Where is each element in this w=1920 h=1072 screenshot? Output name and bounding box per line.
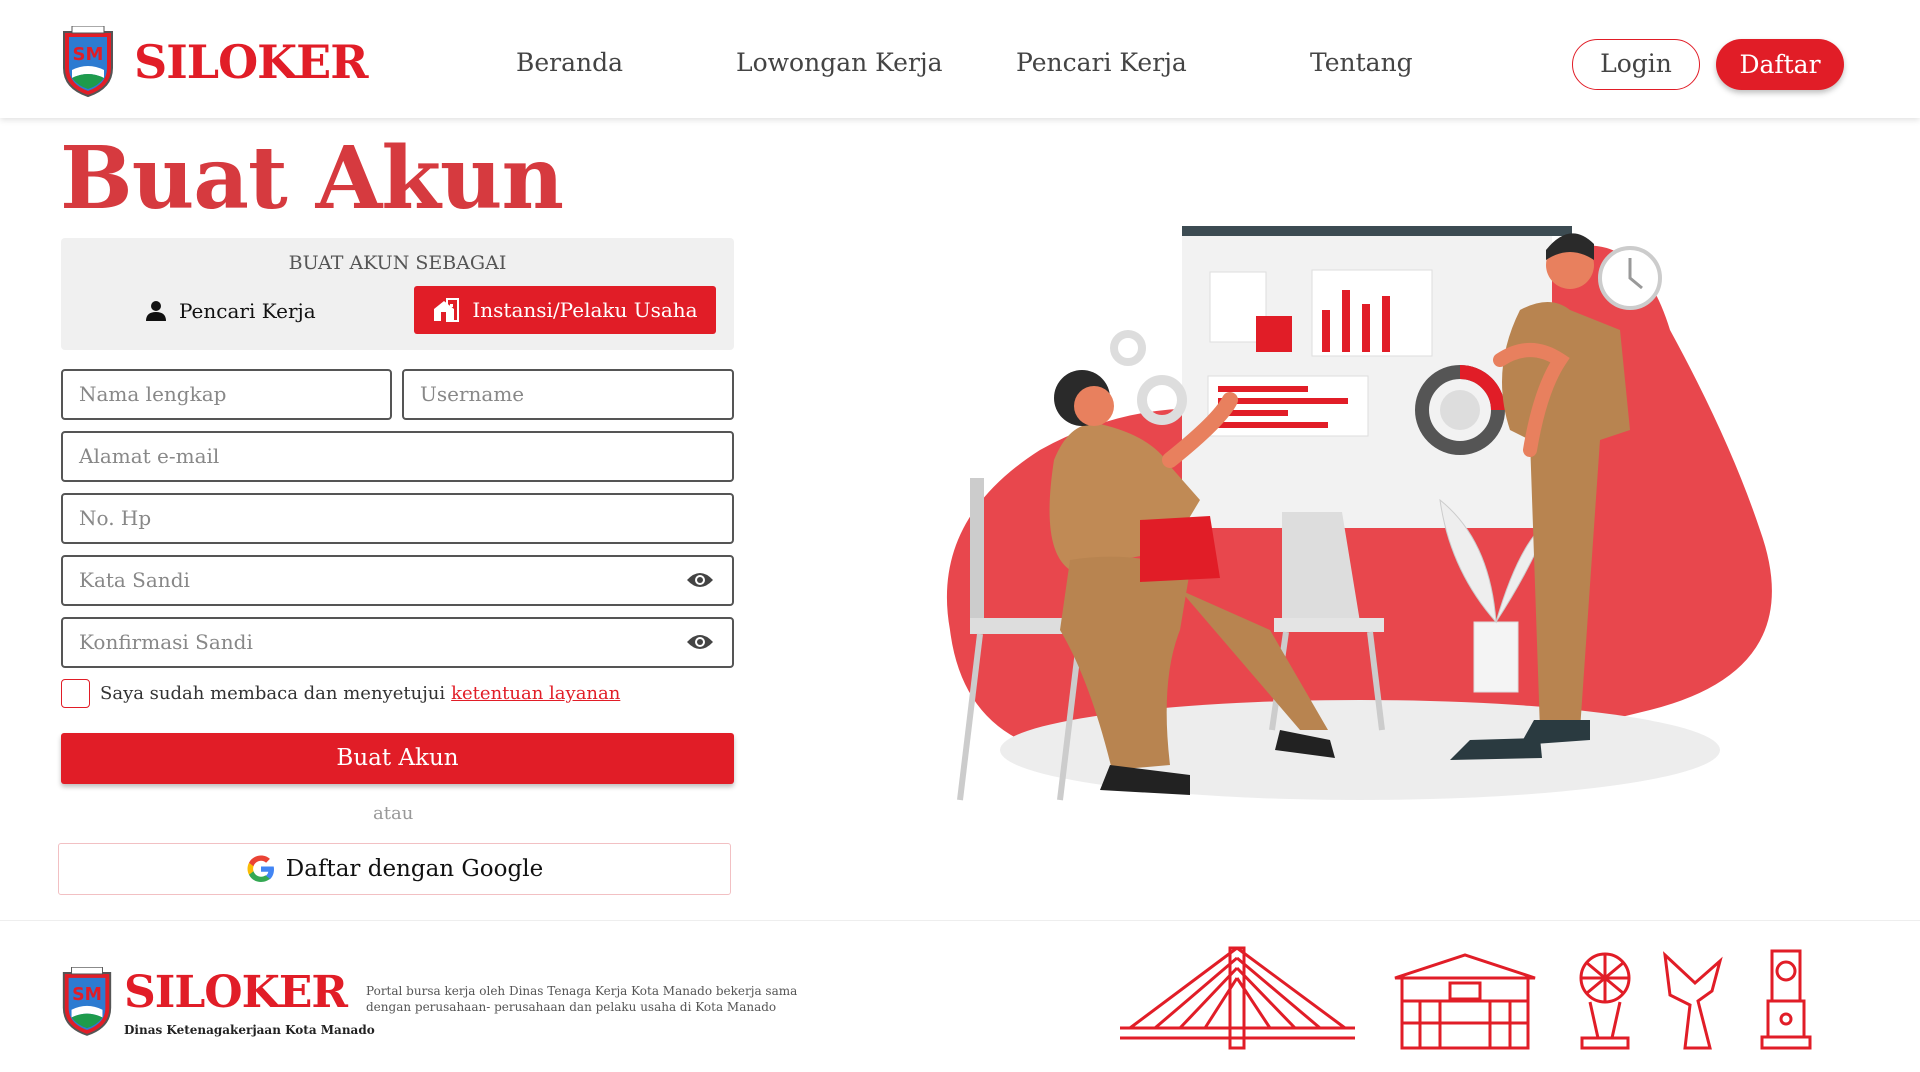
bridge-landmark-icon [1120, 946, 1355, 1050]
google-icon [247, 855, 274, 882]
type-option-pencari-kerja[interactable]: Pencari Kerja [145, 286, 316, 336]
svg-text:SM: SM [72, 985, 102, 1005]
login-button[interactable]: Login [1572, 39, 1700, 90]
tower-monument-icon [1760, 949, 1812, 1050]
username-input[interactable]: Username [402, 369, 734, 420]
site-logo[interactable]: SM SILOKER [58, 26, 368, 98]
confirm-password-placeholder: Konfirmasi Sandi [79, 630, 253, 654]
email-input[interactable]: Alamat e-mail [61, 431, 734, 482]
building-icon [434, 298, 460, 322]
daftar-button[interactable]: Daftar [1716, 39, 1844, 90]
building-landmark-icon [1394, 953, 1536, 1050]
password-placeholder: Kata Sandi [79, 568, 190, 592]
terms-row: Saya sudah membaca dan menyetujui ketent… [61, 679, 620, 708]
statue-landmark-icon [1662, 951, 1723, 1050]
create-account-button[interactable]: Buat Akun [61, 733, 734, 784]
type-option-label: Pencari Kerja [179, 299, 316, 323]
nav-pencari-kerja[interactable]: Pencari Kerja [1016, 48, 1187, 77]
confirm-password-input[interactable]: Konfirmasi Sandi [61, 617, 734, 668]
nav-beranda[interactable]: Beranda [516, 48, 623, 77]
nav-tentang[interactable]: Tentang [1310, 48, 1413, 77]
terms-checkbox[interactable] [61, 679, 90, 708]
user-icon [146, 301, 166, 321]
full-name-input[interactable]: Nama lengkap [61, 369, 392, 420]
page-title: Buat Akun [60, 128, 564, 229]
or-divider-text: atau [373, 803, 414, 824]
account-type-caption: BUAT AKUN SEBAGAI [288, 252, 507, 274]
office-illustration [946, 226, 1772, 801]
terms-link[interactable]: ketentuan layanan [451, 683, 620, 704]
account-type-panel: BUAT AKUN SEBAGAI Pencari Kerja Instansi… [61, 238, 734, 350]
globe-monument-icon [1579, 952, 1631, 1050]
footer-crest-logo-icon: SM [62, 967, 112, 1036]
landmark-icons [1120, 946, 1812, 1050]
brand-name: SILOKER [134, 35, 368, 89]
header: SM SILOKER Beranda Lowongan Kerja Pencar… [0, 0, 1920, 118]
footer-brand: SILOKER [124, 967, 348, 1018]
footer-description: Portal bursa kerja oleh Dinas Tenaga Ker… [366, 984, 798, 1014]
svg-text:SM: SM [73, 44, 104, 65]
crest-logo-icon: SM [63, 26, 113, 98]
eye-icon[interactable] [686, 570, 714, 590]
footer-subtitle: Dinas Ketenagakerjaan Kota Manado [124, 1023, 375, 1037]
nav-lowongan-kerja[interactable]: Lowongan Kerja [736, 48, 943, 77]
type-option-instansi[interactable]: Instansi/Pelaku Usaha [414, 286, 716, 334]
type-option-label: Instansi/Pelaku Usaha [472, 298, 698, 322]
google-signup-button[interactable]: Daftar dengan Google [58, 843, 731, 895]
password-input[interactable]: Kata Sandi [61, 555, 734, 606]
google-signup-label: Daftar dengan Google [285, 856, 544, 882]
terms-text: Saya sudah membaca dan menyetujui [100, 683, 446, 704]
footer: SM SILOKER Dinas Ketenagakerjaan Kota Ma… [0, 920, 1920, 1072]
eye-icon[interactable] [686, 632, 714, 652]
phone-input[interactable]: No. Hp [61, 493, 734, 544]
